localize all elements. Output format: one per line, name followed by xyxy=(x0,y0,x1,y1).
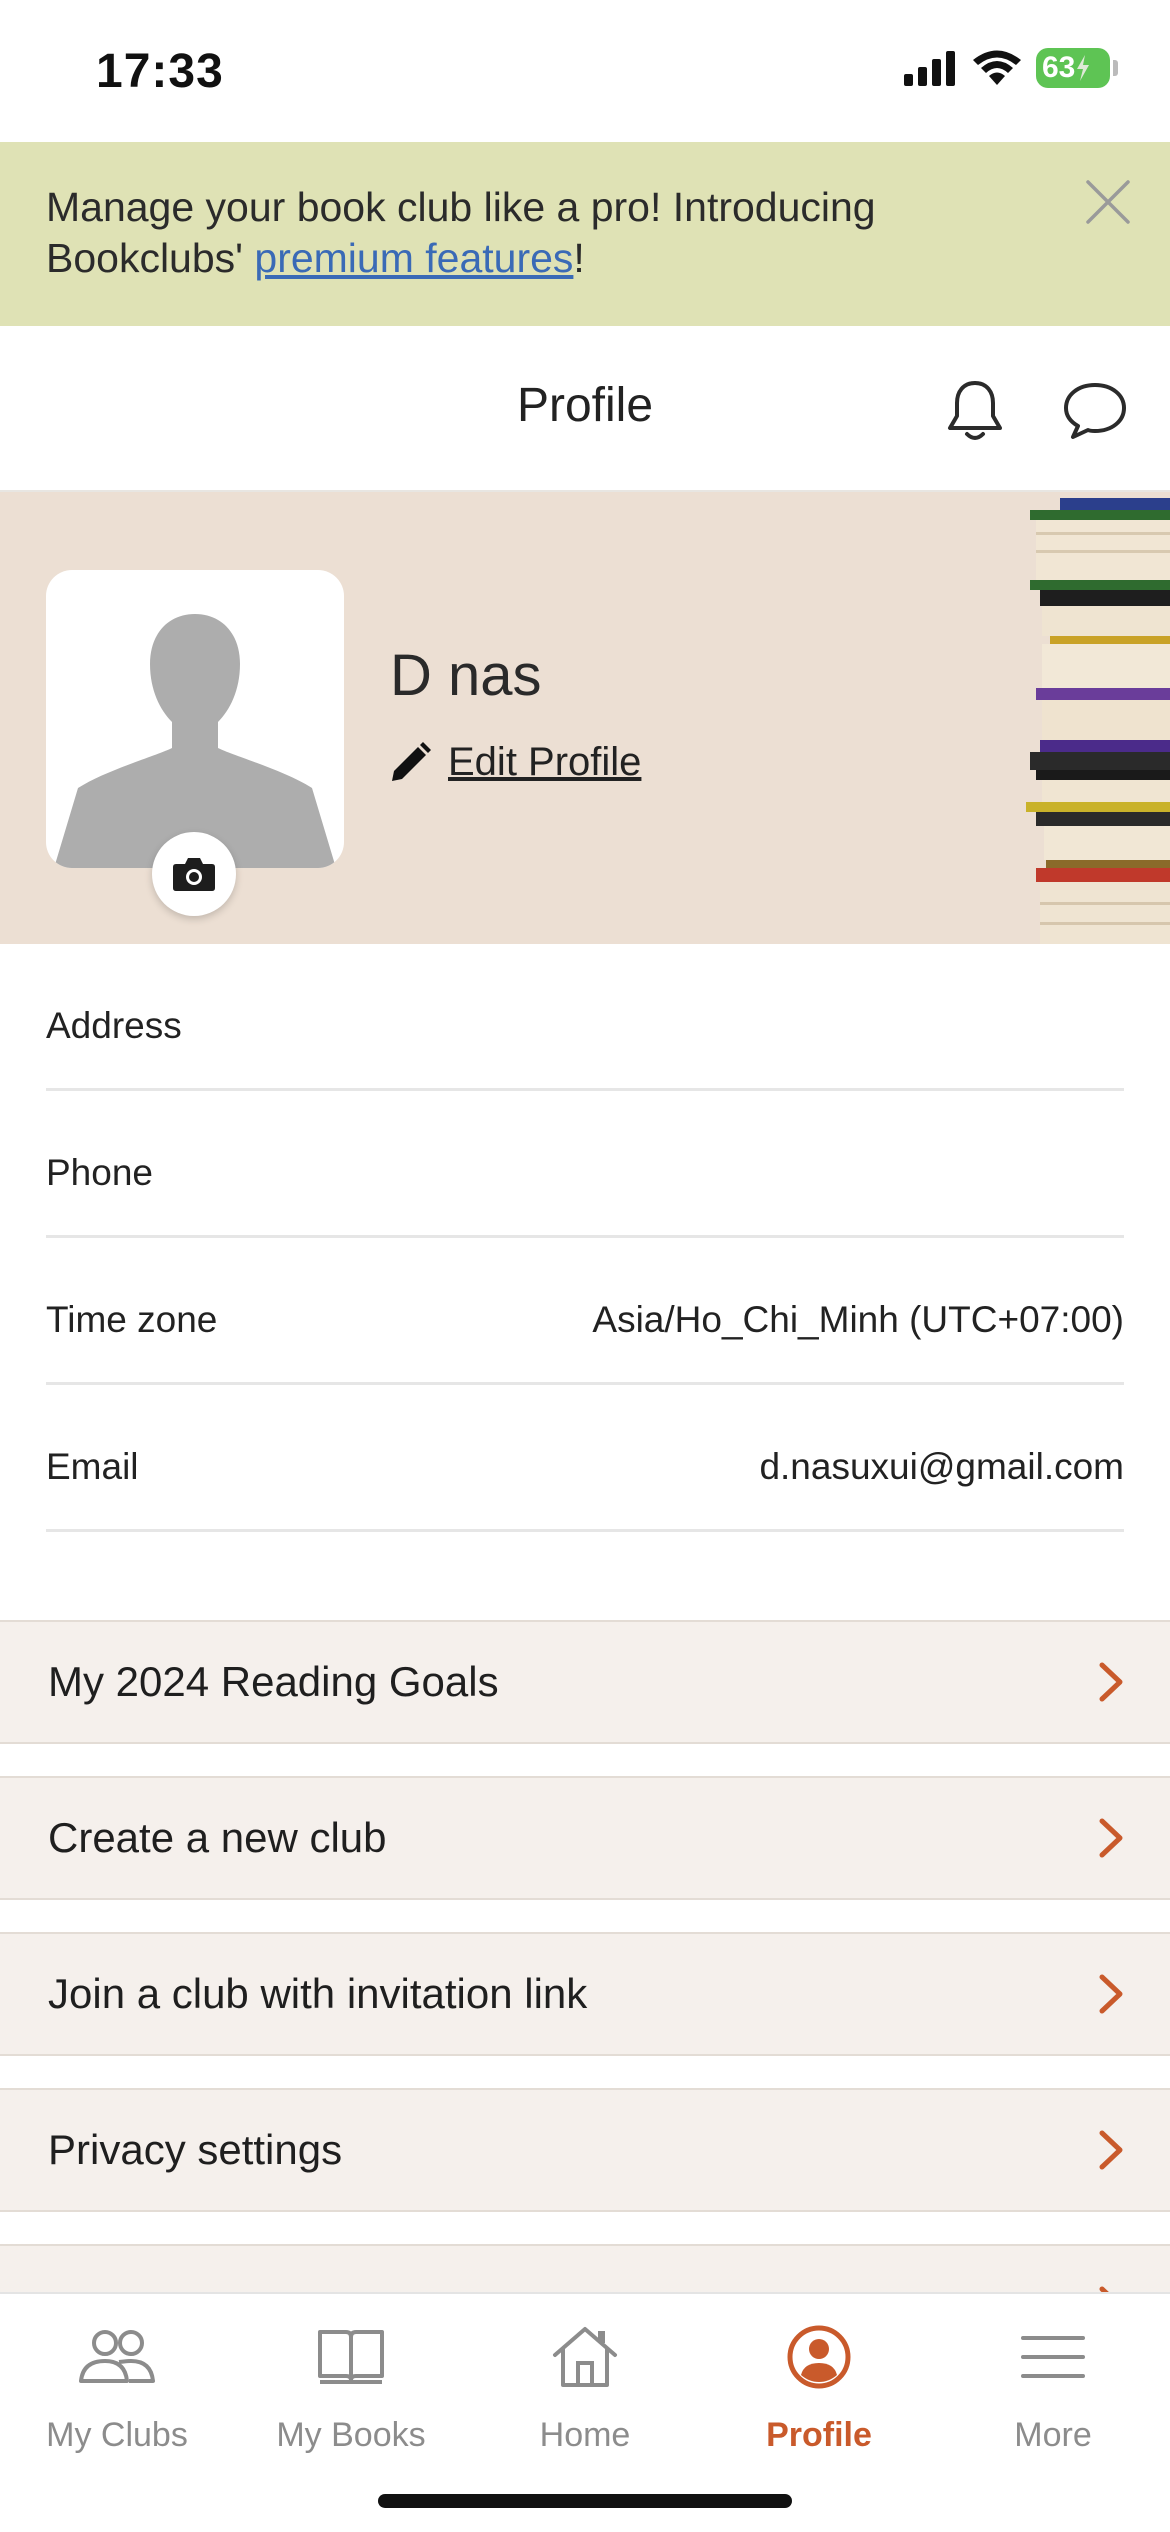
tab-label: My Clubs xyxy=(46,2416,188,2454)
close-icon xyxy=(1086,180,1130,224)
menu-item-label: Create a new club xyxy=(48,1814,387,1861)
avatar[interactable] xyxy=(46,570,344,868)
profile-hero: D nas Edit Profile xyxy=(0,492,1170,944)
menu-item-label: My 2024 Reading Goals xyxy=(48,1658,499,1705)
tab-profile[interactable]: Profile xyxy=(702,2312,936,2472)
chat-bubble-icon xyxy=(1064,383,1126,439)
menu-item-label: Privacy settings xyxy=(48,2126,343,2173)
menu-item-reading-goals[interactable]: My 2024 Reading Goals xyxy=(0,1620,1170,1744)
chevron-right-icon xyxy=(1099,1974,1123,2014)
info-value: Asia/Ho_Chi_Minh (UTC+07:00) xyxy=(592,1299,1124,1340)
pencil-icon xyxy=(392,741,431,781)
battery-level: 63 xyxy=(1042,51,1076,84)
tab-label: My Books xyxy=(276,2416,426,2454)
chevron-right-icon xyxy=(1099,2130,1123,2170)
book-stack-illustration xyxy=(1026,498,1170,944)
info-row-timezone[interactable]: Time zone Asia/Ho_Chi_Minh (UTC+07:00) xyxy=(46,1238,1124,1385)
messages-button[interactable] xyxy=(1058,374,1132,448)
battery-tip xyxy=(1113,60,1118,76)
home-indicator xyxy=(378,2494,792,2508)
bell-icon xyxy=(948,381,1002,440)
app-header: Profile xyxy=(0,326,1170,492)
tab-label: Home xyxy=(539,2416,631,2454)
info-row-address[interactable]: Address xyxy=(46,944,1124,1091)
tab-my-books[interactable]: My Books xyxy=(234,2312,468,2472)
status-bar: 17:33 63 xyxy=(0,0,1170,142)
camera-icon xyxy=(173,858,215,891)
edit-profile-link[interactable]: Edit Profile xyxy=(388,740,641,785)
status-time: 17:33 xyxy=(96,45,224,98)
menu-item-join-club[interactable]: Join a club with invitation link xyxy=(0,1932,1170,2056)
promo-text-after: ! xyxy=(573,235,585,281)
info-label: Time zone xyxy=(46,1299,218,1340)
menu-item-label: Join a club with invitation link xyxy=(48,1970,588,2017)
wifi-icon xyxy=(973,50,1021,85)
menu-item-create-club[interactable]: Create a new club xyxy=(0,1776,1170,1900)
info-label: Email xyxy=(46,1446,139,1487)
status-icons: 63 xyxy=(902,48,1118,88)
people-icon xyxy=(72,2312,162,2402)
profile-icon xyxy=(774,2312,864,2402)
premium-features-link[interactable]: premium features xyxy=(254,235,573,281)
chevron-right-icon xyxy=(1099,1818,1123,1858)
profile-info-list: Address Phone Time zone Asia/Ho_Chi_Minh… xyxy=(46,944,1124,1532)
book-icon xyxy=(306,2312,396,2402)
charging-bolt-icon xyxy=(1077,55,1090,81)
promo-banner: Manage your book club like a pro! Introd… xyxy=(0,142,1170,326)
info-value: d.nasuxui@gmail.com xyxy=(759,1446,1124,1487)
signal-icon xyxy=(904,51,955,86)
tab-label: Profile xyxy=(766,2416,872,2454)
chevron-right-icon xyxy=(1099,1662,1123,1702)
promo-close-button[interactable] xyxy=(1072,166,1144,238)
info-label: Phone xyxy=(46,1152,153,1193)
info-label: Address xyxy=(46,1005,182,1046)
notifications-button[interactable] xyxy=(938,374,1012,448)
user-name: D nas xyxy=(390,643,542,708)
tab-home[interactable]: Home xyxy=(468,2312,702,2472)
tab-my-clubs[interactable]: My Clubs xyxy=(0,2312,234,2472)
info-row-email[interactable]: Email d.nasuxui@gmail.com xyxy=(46,1385,1124,1532)
tab-more[interactable]: More xyxy=(936,2312,1170,2472)
avatar-placeholder-icon xyxy=(54,614,336,868)
menu-icon xyxy=(1008,2312,1098,2402)
profile-menu: My 2024 Reading Goals Create a new club … xyxy=(0,1620,1170,2400)
home-icon xyxy=(540,2312,630,2402)
info-row-phone[interactable]: Phone xyxy=(46,1091,1124,1238)
promo-text: Manage your book club like a pro! Introd… xyxy=(46,182,1046,284)
menu-item-privacy-settings[interactable]: Privacy settings xyxy=(0,2088,1170,2212)
change-photo-button[interactable] xyxy=(152,832,236,916)
edit-profile-label: Edit Profile xyxy=(448,740,642,784)
tab-label: More xyxy=(1014,2416,1092,2454)
battery-icon: 63 xyxy=(1036,48,1118,88)
